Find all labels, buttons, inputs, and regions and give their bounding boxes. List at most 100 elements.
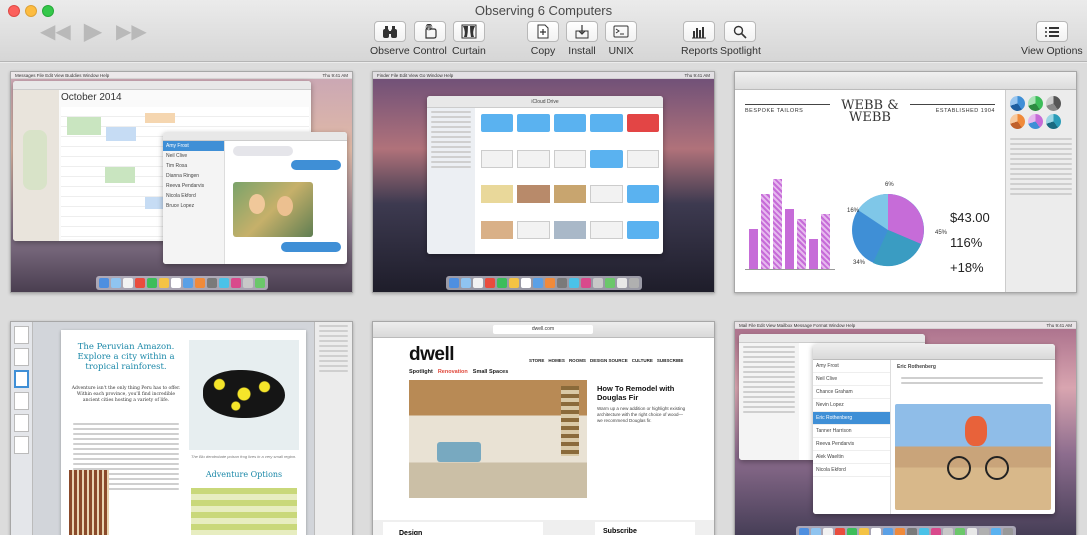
- unix-button[interactable]: [605, 21, 637, 42]
- folder-icon[interactable]: [590, 149, 623, 168]
- mail-item[interactable]: Reeva Pendarvis: [813, 438, 890, 451]
- sub-nav-link[interactable]: Spotlight: [409, 369, 433, 375]
- finder-window[interactable]: iCloud Drive: [427, 96, 663, 254]
- conversation-item[interactable]: Reeva Pendarvis: [163, 181, 224, 191]
- reports-tool[interactable]: Reports: [681, 21, 718, 57]
- conversation-item[interactable]: Amy Frost: [163, 141, 224, 151]
- computer-screen-3[interactable]: BESPOKE TAILORS WEBB & WEBB ESTABLISHED …: [734, 71, 1077, 293]
- control-button[interactable]: [413, 21, 446, 42]
- document-icon[interactable]: [590, 220, 623, 239]
- mail-item[interactable]: Chance Graham: [813, 386, 890, 399]
- mail-item[interactable]: Tanner Harrison: [813, 425, 890, 438]
- install-tool[interactable]: Install: [566, 21, 598, 57]
- computer-screen-5[interactable]: dwell.com dwell STORE HOMES ROOMS DESIGN…: [372, 321, 715, 535]
- mail-item[interactable]: Neil Clive: [813, 373, 890, 386]
- chart-style-swatch[interactable]: [1046, 114, 1061, 129]
- computer-screen-2[interactable]: Finder File Edit View Go Window Help Thu…: [372, 71, 715, 293]
- mail-photo[interactable]: [895, 404, 1051, 510]
- chart-style-swatch[interactable]: [1010, 96, 1025, 111]
- conversation-item[interactable]: Nicola Ekford: [163, 191, 224, 201]
- conversation-item[interactable]: Dianna Ringen: [163, 171, 224, 181]
- sub-nav-link[interactable]: Small Spaces: [473, 369, 508, 375]
- observe-button[interactable]: [373, 21, 406, 42]
- conversation-item[interactable]: Tim Rosa: [163, 161, 224, 171]
- mail-window[interactable]: Amy Frost Neil Clive Chance Graham Nevin…: [813, 344, 1055, 514]
- image-file-icon[interactable]: [517, 185, 550, 203]
- conversation-item[interactable]: Neil Clive: [163, 151, 224, 161]
- dwell-logo[interactable]: dwell: [409, 344, 455, 366]
- chart-style-swatch[interactable]: [1028, 96, 1043, 111]
- rewind-icon[interactable]: ◀◀: [40, 22, 71, 42]
- nav-link[interactable]: HOMES: [548, 358, 565, 363]
- page-thumbnail[interactable]: [14, 326, 29, 344]
- nav-link[interactable]: SUBSCRIBE: [657, 358, 684, 363]
- folder-icon[interactable]: [626, 114, 659, 132]
- hero-image[interactable]: [409, 380, 587, 498]
- view-options-button[interactable]: [1035, 21, 1068, 42]
- page-thumbnail[interactable]: [14, 392, 29, 410]
- document-icon[interactable]: [517, 220, 550, 239]
- mail-item[interactable]: Alek Waeltin: [813, 451, 890, 464]
- copy-button[interactable]: [527, 21, 559, 42]
- mail-item[interactable]: Amy Frost: [813, 360, 890, 373]
- conversation-item[interactable]: Bruce Lopez: [163, 201, 224, 211]
- document-icon[interactable]: [553, 149, 587, 168]
- calendar-event[interactable]: [145, 113, 175, 123]
- document-icon[interactable]: [517, 149, 550, 168]
- footer-card[interactable]: Design: [383, 522, 543, 535]
- install-button[interactable]: [566, 21, 598, 42]
- document-icon[interactable]: [481, 149, 514, 168]
- mail-item[interactable]: Eric Rothenberg: [813, 412, 890, 425]
- nav-link[interactable]: DESIGN SOURCE: [590, 358, 628, 363]
- tree-image[interactable]: [69, 470, 109, 535]
- page-thumbnail[interactable]: [14, 436, 29, 454]
- nav-link[interactable]: ROOMS: [569, 358, 586, 363]
- image-file-icon[interactable]: [481, 185, 514, 203]
- unix-tool[interactable]: UNIX: [605, 21, 637, 57]
- chart-style-swatch[interactable]: [1046, 96, 1061, 111]
- folder-icon[interactable]: [481, 114, 514, 132]
- spotlight-button[interactable]: [724, 21, 757, 42]
- folder-icon[interactable]: [517, 114, 550, 132]
- article-headline[interactable]: How To Remodel with Douglas Fir: [597, 384, 687, 402]
- page-thumbnail[interactable]: [14, 348, 29, 366]
- image-file-icon[interactable]: [553, 185, 587, 203]
- address-bar[interactable]: dwell.com: [493, 325, 593, 334]
- play-icon[interactable]: ▶: [78, 20, 108, 44]
- folder-icon[interactable]: [626, 220, 659, 239]
- page-thumbnail[interactable]: [14, 370, 29, 388]
- control-tool[interactable]: Control: [413, 21, 447, 57]
- computer-screen-6[interactable]: Mail File Edit View Mailbox Message Form…: [734, 321, 1077, 535]
- curtain-tool[interactable]: Curtain: [452, 21, 486, 57]
- spotlight-tool[interactable]: Spotlight: [720, 21, 761, 57]
- fast-forward-icon[interactable]: ▶▶: [116, 22, 147, 42]
- page-thumbnail[interactable]: [14, 414, 29, 432]
- nav-link[interactable]: CULTURE: [632, 358, 653, 363]
- computer-screen-4[interactable]: The Peruvian Amazon. Explore a city with…: [10, 321, 353, 535]
- folder-icon[interactable]: [590, 114, 623, 132]
- chart-style-swatch[interactable]: [1028, 114, 1043, 129]
- mail-item[interactable]: Nevin Lopez: [813, 399, 890, 412]
- document-icon[interactable]: [590, 185, 623, 203]
- messages-window[interactable]: Amy Frost Neil Clive Tim Rosa Dianna Rin…: [163, 132, 347, 264]
- reports-button[interactable]: [683, 21, 716, 42]
- mail-item[interactable]: Nicola Ekford: [813, 464, 890, 477]
- frog-image[interactable]: [189, 340, 299, 450]
- calendar-event[interactable]: [106, 127, 136, 141]
- view-options-tool[interactable]: View Options: [1021, 21, 1083, 57]
- calendar-event[interactable]: [105, 167, 135, 183]
- curtain-button[interactable]: [452, 21, 485, 42]
- folder-icon[interactable]: [553, 114, 587, 132]
- chart-style-swatch[interactable]: [1010, 114, 1025, 129]
- image-file-icon[interactable]: [481, 220, 514, 239]
- sub-nav-link[interactable]: Renovation: [438, 369, 468, 375]
- image-file-icon[interactable]: [553, 220, 587, 239]
- subscribe-card[interactable]: Subscribe: [595, 522, 695, 535]
- copy-tool[interactable]: Copy: [527, 21, 559, 57]
- document-icon[interactable]: [626, 149, 659, 168]
- observe-tool[interactable]: Observe: [370, 21, 410, 57]
- shared-photo[interactable]: [233, 182, 313, 237]
- folder-icon[interactable]: [626, 185, 659, 203]
- nav-link[interactable]: STORE: [529, 358, 544, 363]
- calendar-event[interactable]: [67, 117, 101, 135]
